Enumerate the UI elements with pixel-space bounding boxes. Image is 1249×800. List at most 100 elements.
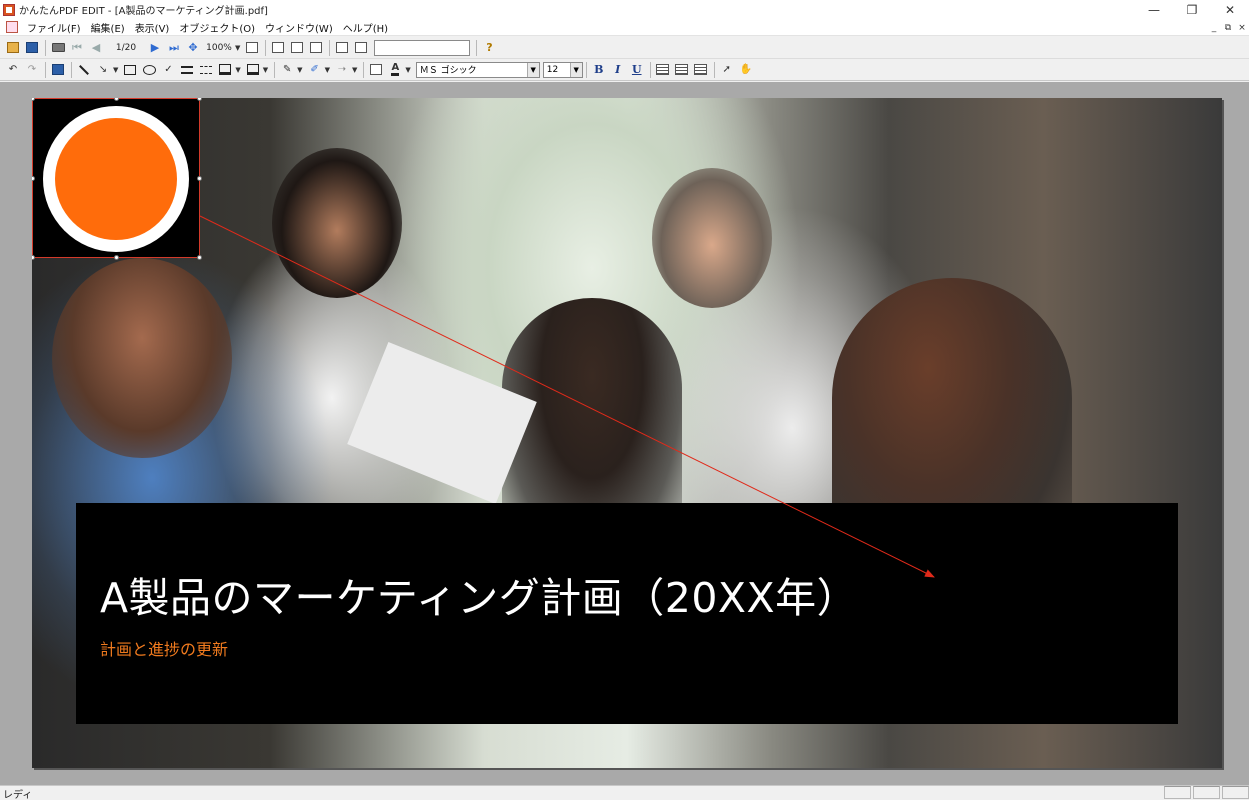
font-name-select[interactable]: ＭＳ ゴシック ▼ bbox=[415, 61, 540, 78]
status-bar: レディ bbox=[0, 785, 1249, 800]
menu-window[interactable]: ウィンドウ(W) bbox=[260, 20, 338, 35]
connector-button[interactable]: ➝ bbox=[333, 61, 351, 79]
rotate-left-button[interactable] bbox=[333, 39, 351, 57]
ellipse-tool-button[interactable] bbox=[140, 61, 158, 79]
first-page-button[interactable]: ⏮ bbox=[68, 39, 86, 57]
restore-button[interactable]: ❐ bbox=[1173, 0, 1211, 19]
rectangle-tool-button[interactable] bbox=[121, 61, 139, 79]
menu-object[interactable]: オブジェクト(O) bbox=[174, 20, 260, 35]
highlighter-icon: ✐ bbox=[310, 64, 319, 75]
align-right-icon bbox=[694, 64, 708, 75]
selected-logo-object[interactable] bbox=[32, 98, 202, 260]
open-button[interactable] bbox=[4, 39, 22, 57]
line-tool-button[interactable] bbox=[75, 61, 93, 79]
hand-tool-button[interactable]: ✋ bbox=[737, 61, 755, 79]
pan-button[interactable]: ✥ bbox=[184, 39, 202, 57]
redo-button[interactable]: ↷ bbox=[23, 61, 41, 79]
separator bbox=[265, 39, 267, 56]
move-icon: ✥ bbox=[188, 41, 198, 54]
highlighter-button[interactable]: ✐ bbox=[306, 61, 324, 79]
page-indicator[interactable]: 1/20 bbox=[106, 43, 146, 53]
doc-restore-button[interactable]: ⧉ bbox=[1223, 23, 1233, 33]
highlighter-dropdown-icon[interactable]: ▼ bbox=[325, 66, 330, 74]
separator bbox=[45, 39, 46, 56]
resize-handle-bottom[interactable] bbox=[114, 255, 119, 260]
resize-handle-top[interactable] bbox=[114, 98, 119, 101]
search-input[interactable] bbox=[374, 39, 471, 56]
select-tool-button[interactable]: ➚ bbox=[718, 61, 736, 79]
align-right-button[interactable] bbox=[692, 61, 710, 79]
undo-icon: ↶ bbox=[8, 64, 18, 75]
line-width-button[interactable] bbox=[178, 61, 196, 79]
menu-edit[interactable]: 編集(E) bbox=[86, 20, 130, 35]
print-button[interactable] bbox=[49, 39, 67, 57]
align-center-button[interactable] bbox=[673, 61, 691, 79]
image-button[interactable] bbox=[49, 61, 67, 79]
title-box[interactable]: A製品のマーケティング計画（20XX年） 計画と進捗の更新 bbox=[76, 503, 1178, 724]
window-title: かんたんPDF EDIT - [A製品のマーケティング計画.pdf] bbox=[19, 6, 268, 17]
rotate-right-button[interactable] bbox=[352, 39, 370, 57]
next-page-button[interactable]: ▶ bbox=[146, 39, 164, 57]
hand-icon: ✋ bbox=[739, 64, 752, 75]
menu-file[interactable]: ファイル(F) bbox=[22, 20, 86, 35]
last-page-button[interactable]: ⏭ bbox=[165, 39, 183, 57]
font-color-dropdown-icon[interactable]: ▼ bbox=[405, 66, 410, 74]
resize-handle-right[interactable] bbox=[197, 176, 202, 181]
fit-width-button[interactable] bbox=[243, 39, 261, 57]
document-workspace[interactable]: A製品のマーケティング計画（20XX年） 計画と進捗の更新 bbox=[0, 82, 1249, 785]
zoom-select[interactable]: 100% bbox=[203, 43, 235, 53]
open-folder-icon bbox=[7, 42, 19, 53]
font-size-dropdown-icon[interactable]: ▼ bbox=[569, 62, 582, 77]
font-size-select[interactable]: 12 ▼ bbox=[542, 61, 583, 78]
separator bbox=[45, 61, 46, 78]
prev-page-button[interactable]: ◀ bbox=[87, 39, 105, 57]
check-tool-button[interactable]: ✓ bbox=[159, 61, 177, 79]
check-icon: ✓ bbox=[164, 64, 173, 75]
arrow-dropdown-icon[interactable]: ▼ bbox=[113, 66, 118, 74]
line-style-button[interactable] bbox=[197, 61, 215, 79]
align-left-icon bbox=[656, 64, 670, 75]
align-left-button[interactable] bbox=[654, 61, 672, 79]
italic-button[interactable]: I bbox=[609, 61, 627, 79]
fit-width-icon bbox=[246, 42, 259, 53]
document-window-controls: _ ⧉ × bbox=[1209, 19, 1247, 36]
text-box-button[interactable] bbox=[367, 61, 385, 79]
font-size-value: 12 bbox=[546, 64, 559, 75]
bold-button[interactable]: B bbox=[590, 61, 608, 79]
menu-view[interactable]: 表示(V) bbox=[130, 20, 175, 35]
title-bar: かんたんPDF EDIT - [A製品のマーケティング計画.pdf] — ❐ ✕ bbox=[0, 0, 1249, 19]
pdf-page[interactable]: A製品のマーケティング計画（20XX年） 計画と進捗の更新 bbox=[32, 98, 1222, 768]
document-icon[interactable] bbox=[6, 21, 18, 33]
font-name-dropdown-icon[interactable]: ▼ bbox=[526, 62, 539, 77]
arrow-tool-button[interactable]: ↘ bbox=[94, 61, 112, 79]
minimize-button[interactable]: — bbox=[1135, 0, 1173, 19]
fit-page-button[interactable] bbox=[288, 39, 306, 57]
doc-minimize-button[interactable]: _ bbox=[1209, 23, 1219, 33]
line-color-dropdown-icon[interactable]: ▼ bbox=[263, 66, 268, 74]
zoom-dropdown-icon[interactable]: ▼ bbox=[235, 44, 240, 52]
fill-color-dropdown-icon[interactable]: ▼ bbox=[235, 66, 240, 74]
marker-button[interactable]: ✎ bbox=[278, 61, 296, 79]
resize-handle-top-left[interactable] bbox=[32, 98, 35, 101]
separator bbox=[649, 61, 651, 78]
save-button[interactable] bbox=[23, 39, 41, 57]
prev-page-icon: ◀ bbox=[91, 41, 101, 54]
font-color-button[interactable]: A bbox=[386, 61, 404, 79]
doc-close-button[interactable]: × bbox=[1237, 23, 1247, 33]
separator bbox=[274, 61, 276, 78]
connector-dropdown-icon[interactable]: ▼ bbox=[352, 66, 357, 74]
resize-handle-bottom-right[interactable] bbox=[197, 255, 202, 260]
line-color-button[interactable] bbox=[244, 61, 262, 79]
single-page-button[interactable] bbox=[269, 39, 287, 57]
fill-color-button[interactable] bbox=[216, 61, 234, 79]
close-button[interactable]: ✕ bbox=[1211, 0, 1249, 19]
status-panel bbox=[1164, 786, 1191, 799]
undo-button[interactable]: ↶ bbox=[4, 61, 22, 79]
help-button[interactable]: ? bbox=[480, 39, 498, 57]
underline-button[interactable]: U bbox=[628, 61, 646, 79]
menu-help[interactable]: ヘルプ(H) bbox=[338, 20, 393, 35]
drawing-toolbar: ↶ ↷ ↘ ▼ ✓ ▼ ▼ ✎ ▼ ✐ ▼ ➝ ▼ A ▼ ＭＳ ゴシック ▼ … bbox=[0, 59, 1249, 81]
two-page-button[interactable] bbox=[307, 39, 325, 57]
marker-dropdown-icon[interactable]: ▼ bbox=[297, 66, 302, 74]
resize-handle-left[interactable] bbox=[32, 176, 35, 181]
